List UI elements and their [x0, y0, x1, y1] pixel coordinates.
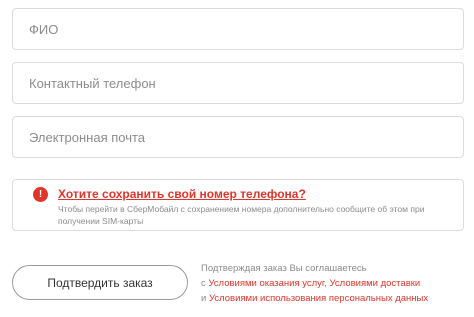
- personal-data-terms-link[interactable]: Условиями использования персональных дан…: [209, 293, 428, 304]
- services-terms-link[interactable]: Условиями оказания услуг: [208, 278, 324, 289]
- fio-field[interactable]: [12, 8, 464, 50]
- delivery-terms-link[interactable]: Условиями доставки: [330, 278, 421, 289]
- confirm-order-button[interactable]: Подтвердить заказ: [12, 265, 188, 300]
- notice-description: Чтобы перейти в СберМобайл с сохранением…: [58, 204, 425, 226]
- email-input[interactable]: [29, 129, 447, 145]
- email-field[interactable]: [12, 116, 464, 158]
- exclamation-circle-icon: !: [33, 187, 48, 202]
- agreement-conjunction: и: [201, 293, 209, 304]
- fio-input[interactable]: [29, 21, 447, 37]
- agreement-intro: Подтверждая заказ Вы соглашаетесь: [201, 263, 367, 274]
- agreement-text: Подтверждая заказ Вы соглашаетесь с Усло…: [201, 261, 471, 306]
- order-form: ! Хотите сохранить свой номер телефона? …: [0, 0, 474, 317]
- keep-number-link[interactable]: Хотите сохранить свой номер телефона?: [58, 187, 306, 201]
- phone-field[interactable]: [12, 62, 464, 104]
- keep-number-notice: ! Хотите сохранить свой номер телефона? …: [12, 179, 464, 231]
- phone-input[interactable]: [29, 75, 447, 91]
